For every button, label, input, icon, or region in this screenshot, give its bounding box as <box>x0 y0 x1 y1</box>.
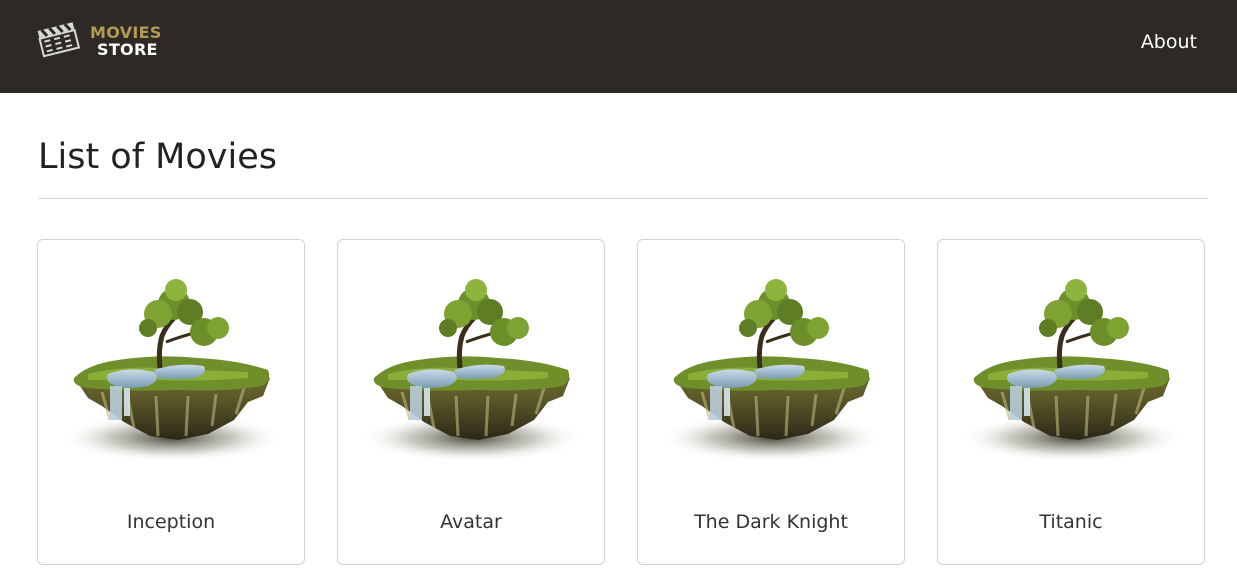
movie-poster-image <box>658 270 886 470</box>
movie-title[interactable]: Inception <box>38 510 304 534</box>
movie-poster-image <box>58 270 286 470</box>
movie-card[interactable]: Avatar <box>337 239 605 565</box>
movie-card[interactable]: Inception <box>37 239 305 565</box>
movie-poster-image <box>958 270 1186 470</box>
page-title: List of Movies <box>38 137 277 177</box>
movie-title[interactable]: Titanic <box>938 510 1204 534</box>
brand-name-line1: MOVIES <box>90 23 162 42</box>
movie-card[interactable]: Titanic <box>937 239 1205 565</box>
brand-name: MOVIES STORE <box>90 24 162 58</box>
movie-card[interactable]: The Dark Knight <box>637 239 905 565</box>
movie-title[interactable]: The Dark Knight <box>638 510 904 534</box>
brand-name-line2: STORE <box>97 40 158 59</box>
film-clapperboard-icon <box>37 22 81 58</box>
movie-title[interactable]: Avatar <box>338 510 604 534</box>
movie-poster-image <box>358 270 586 470</box>
brand-link[interactable]: MOVIES STORE <box>36 16 176 66</box>
navbar: MOVIES STORE About <box>0 0 1237 93</box>
title-divider <box>38 198 1208 199</box>
nav-about-link[interactable]: About <box>1141 30 1197 54</box>
